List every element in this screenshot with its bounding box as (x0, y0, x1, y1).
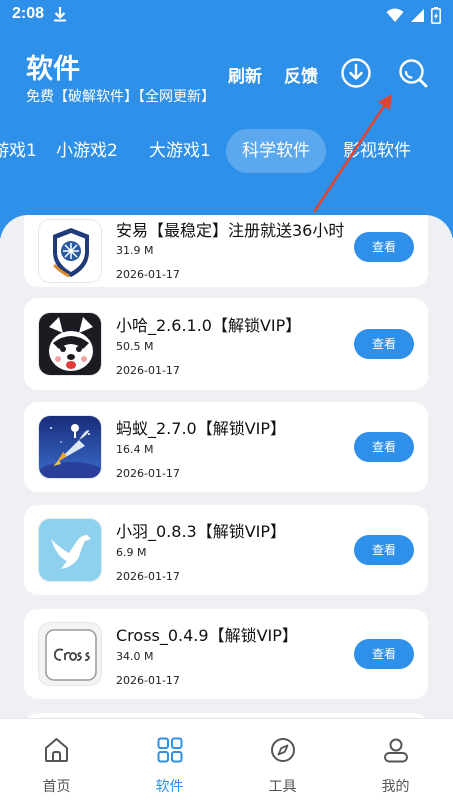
nav-label: 首页 (42, 779, 71, 795)
nav-label: 工具 (268, 779, 297, 795)
nav-label: 我的 (381, 779, 410, 795)
bottom-nav: 首页 软件 工具 我的 (0, 718, 453, 805)
nav-item-software[interactable]: 软件 (113, 719, 226, 805)
annotation-arrow (312, 94, 392, 213)
nav-label: 软件 (155, 779, 184, 795)
compass-icon (271, 738, 295, 762)
nav-item-home[interactable]: 首页 (0, 719, 113, 805)
home-icon (45, 738, 68, 762)
grid-icon (157, 737, 183, 763)
nav-item-tools[interactable]: 工具 (226, 719, 339, 805)
user-icon (384, 738, 408, 763)
nav-item-profile[interactable]: 我的 (339, 719, 452, 805)
